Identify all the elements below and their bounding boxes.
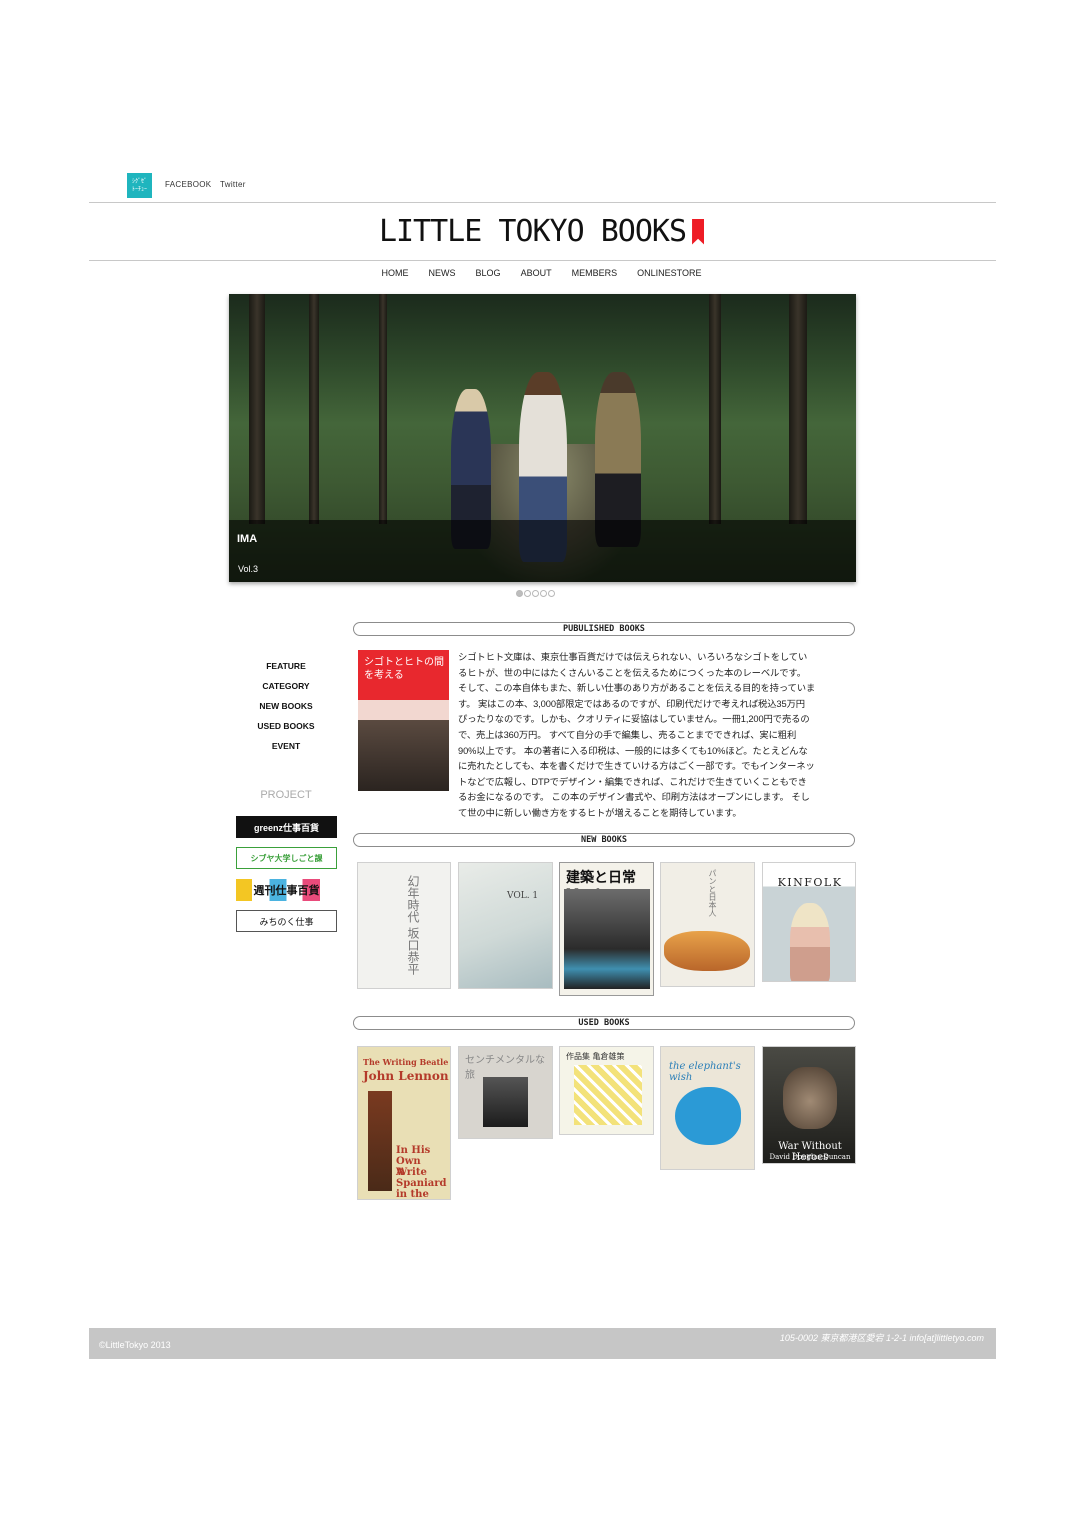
description-line: ぴったりなのです。しかも、クオリティに妥協はしていません。一冊1,200円で売る… <box>458 714 810 725</box>
site-title-block[interactable]: LITTLE TOKYO BOOKS <box>0 214 1083 249</box>
used-book-cover[interactable]: War Without Heroes David Douglas Duncan <box>762 1046 856 1164</box>
used-book-cover[interactable]: センチメンタルな旅 <box>458 1046 553 1139</box>
nav-home[interactable]: HOME <box>382 268 409 278</box>
new-books-header: NEW BOOKS <box>353 833 855 847</box>
bookmark-icon <box>692 218 705 245</box>
description-line: そして、この本自体もまた、新しい仕事のあり方があることを伝える目的を持っていま <box>458 683 816 694</box>
greenz-banner-label: greenz仕事百貨 <box>253 822 319 833</box>
description-line: トなどで広報し、DTPでデザイン・編集できれば、これだけで生きていくこともでき <box>458 776 807 787</box>
top-divider <box>89 202 996 203</box>
slider-dot[interactable] <box>540 590 547 597</box>
greenz-banner[interactable]: greenz仕事百貨 <box>236 816 337 838</box>
slider-dot[interactable] <box>524 590 531 597</box>
weekly-banner[interactable]: 週刊仕事百貨 <box>236 879 337 901</box>
new-book-cover[interactable]: 建築と日常 No.1 <box>559 862 654 996</box>
used-book-subtitle: A Spaniard in the Works <box>396 1167 447 1200</box>
nav-onlinestore[interactable]: ONLINESTORE <box>637 268 701 278</box>
new-book-cover[interactable]: パンと日本人 <box>660 862 755 987</box>
used-book-author: John Lennon <box>363 1069 449 1083</box>
nav-about[interactable]: ABOUT <box>521 268 552 278</box>
hero-title: IMA <box>237 533 258 545</box>
description-line: シゴトヒト文庫は、東京仕事百貨だけでは伝えられない、いろいろなシゴトをしてい <box>458 652 808 662</box>
cover-portrait <box>790 903 830 981</box>
hero-caption-bar <box>229 520 856 582</box>
michinoku-banner-label: みちのく仕事 <box>259 916 314 927</box>
bread-image <box>664 931 750 971</box>
new-book-title: VOL. 1 <box>507 891 539 901</box>
footer-address: 105-0002 東京都港区愛宕 1-2-1 info[at]littletyo… <box>779 1333 984 1343</box>
new-book-title: KINFOLK <box>777 876 843 889</box>
weekly-banner-label: 週刊仕事百貨 <box>253 885 320 897</box>
new-book-title: パンと日本人 <box>708 869 717 917</box>
title-divider <box>89 260 996 261</box>
facebook-link[interactable]: FACEBOOK <box>165 180 211 189</box>
twitter-link[interactable]: Twitter <box>220 180 246 189</box>
cover-photo <box>483 1077 528 1127</box>
description-line: て世の中に新しい働き方をするヒトが増えることを期待しています。 <box>458 807 742 818</box>
cover-portrait <box>783 1067 837 1129</box>
used-book-cover[interactable]: the elephant's wish <box>660 1046 755 1170</box>
hero-tree <box>379 294 387 524</box>
hero-tree <box>709 294 721 524</box>
used-book-cover[interactable]: The Writing Beatle John Lennon In His Ow… <box>357 1046 451 1200</box>
slider-dot[interactable] <box>532 590 539 597</box>
sidebar-event[interactable]: EVENT <box>236 741 336 751</box>
hero-subtitle: Vol.3 <box>238 564 259 574</box>
used-book-cover[interactable]: 作品集 亀倉雄策 <box>559 1046 654 1135</box>
logo-line-1: ｼｸﾞｾﾞ <box>131 178 147 185</box>
new-book-artwork <box>564 889 650 989</box>
sidebar-feature[interactable]: FEATURE <box>236 661 336 671</box>
new-book-cover[interactable]: KINFOLK <box>762 862 856 982</box>
footer: ©LittleTokyo 2013 105-0002 東京都港区愛宕 1-2-1… <box>89 1328 996 1359</box>
cover-photo <box>358 720 449 791</box>
elephant-image <box>675 1087 741 1145</box>
shibuya-banner[interactable]: シブヤ大学しごと課 <box>236 847 337 869</box>
used-book-author: David Douglas Duncan <box>769 1153 851 1161</box>
nav-members[interactable]: MEMBERS <box>572 268 618 278</box>
slider-dot[interactable] <box>548 590 555 597</box>
published-book-cover[interactable]: シゴトとヒトの間を考える <box>358 650 449 791</box>
slider-dots <box>516 590 555 597</box>
description-line: 90%以上です。 本の著者に入る印税は、一般的には多くても10%ほど。たとえどん… <box>458 745 808 756</box>
nav-news[interactable]: NEWS <box>429 268 456 278</box>
hero-tree <box>789 294 807 524</box>
cover-figure <box>368 1091 392 1191</box>
used-book-title: The Writing Beatle <box>363 1057 449 1067</box>
footer-copyright: ©LittleTokyo 2013 <box>99 1340 171 1350</box>
site-title: LITTLE TOKYO BOOKS <box>378 214 687 249</box>
main-nav: HOME NEWS BLOG ABOUT MEMBERS ONLINESTORE <box>0 268 1083 278</box>
description-line: るヒトが、世の中にはたくさんいることを伝えるためにつくった本のレーベルです。 <box>458 667 806 678</box>
shibuya-banner-label: シブヤ大学しごと課 <box>250 853 323 863</box>
slider-dot[interactable] <box>516 590 523 597</box>
nav-blog[interactable]: BLOG <box>476 268 501 278</box>
sidebar-category[interactable]: CATEGORY <box>236 681 336 691</box>
hero-slider[interactable]: IMA Vol.3 <box>229 294 856 582</box>
new-book-title: 幻年時代 坂口恭平 <box>406 875 420 975</box>
new-book-cover[interactable]: 幻年時代 坂口恭平 <box>357 862 451 989</box>
used-books-header: USED BOOKS <box>353 1016 855 1030</box>
description-line: るお金になるのです。 この本のデザイン書式や、印刷方法はオープンにします。 そし <box>458 792 810 803</box>
published-description: シゴトヒト文庫は、東京仕事百貨だけでは伝えられない、いろいろなシゴトをしてい る… <box>458 650 858 822</box>
published-cover-title: シゴトとヒトの間を考える <box>364 657 444 681</box>
sidebar-new-books[interactable]: NEW BOOKS <box>236 701 336 711</box>
used-book-title: the elephant's wish <box>669 1061 741 1083</box>
description-line: す。 実はこの本、3,000部限定ではあるのですが、印刷代だけで考えれば税込35… <box>458 698 805 709</box>
description-line: で、売上は360万円。 すべて自分の手で編集し、売ることまでできれば、実に粗利 <box>458 729 797 740</box>
used-book-title: 作品集 亀倉雄策 <box>566 1052 625 1061</box>
description-line: に売れたとしても、本を書くだけで生きていける方はごく一部です。でもインターネッ <box>458 761 815 772</box>
cover-pattern <box>574 1065 642 1125</box>
hero-tree <box>309 294 319 524</box>
project-label: PROJECT <box>260 789 312 801</box>
hero-tree <box>249 294 265 524</box>
little-tokyo-logo[interactable]: ｼｸﾞｾﾞ ﾄｰﾁｭｰ <box>127 173 152 198</box>
new-book-cover[interactable]: VOL. 1 <box>458 862 553 989</box>
published-books-header: PUBULISHED BOOKS <box>353 622 855 636</box>
michinoku-banner[interactable]: みちのく仕事 <box>236 910 337 932</box>
cover-stripe <box>358 700 449 720</box>
sidebar-used-books[interactable]: USED BOOKS <box>236 721 336 731</box>
logo-line-2: ﾄｰﾁｭｰ <box>131 186 147 193</box>
